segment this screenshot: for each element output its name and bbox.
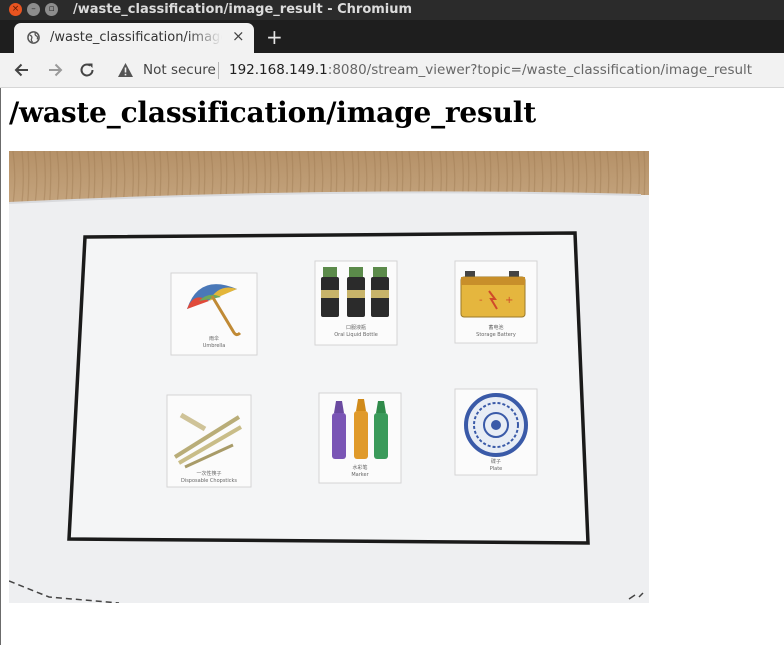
window-close-button[interactable]: ×	[9, 3, 22, 16]
browser-toolbar: Not secure 192.168.149.1:8080/stream_vie…	[0, 53, 784, 88]
card-plate: 碟子 Plate	[454, 388, 538, 476]
svg-text:一次性筷子: 一次性筷子	[196, 470, 221, 477]
warning-icon[interactable]	[117, 62, 134, 78]
omnibox-separator	[218, 62, 219, 79]
window-title: /waste_classification/image_result - Chr…	[73, 2, 413, 17]
card-oral-liquid-bottle: 口服液瓶 Oral Liquid Bottle	[314, 260, 398, 346]
forward-arrow-icon[interactable]	[45, 60, 65, 80]
svg-text:Oral Liquid Bottle: Oral Liquid Bottle	[334, 332, 378, 338]
svg-text:蓄电池: 蓄电池	[488, 324, 503, 331]
svg-text:水彩笔: 水彩笔	[352, 464, 367, 471]
card-marker: 水彩笔 Marker	[318, 392, 402, 484]
tab-active[interactable]: /waste_classification/image_result ×	[14, 23, 254, 53]
svg-text:Marker: Marker	[351, 472, 369, 478]
address-bar[interactable]: 192.168.149.1:8080/stream_viewer?topic=/…	[229, 62, 752, 78]
reload-icon[interactable]	[77, 60, 97, 80]
svg-text:-: -	[479, 295, 483, 306]
globe-icon	[27, 31, 40, 44]
url-path: :8080/stream_viewer?topic=/waste_classif…	[327, 62, 753, 78]
svg-text:雨伞: 雨伞	[209, 335, 219, 342]
card-umbrella: 雨伞 Umbrella	[170, 272, 258, 356]
card-disposable-chopsticks: 一次性筷子 Disposable Chopsticks	[166, 394, 252, 488]
security-status-label[interactable]: Not secure	[143, 62, 216, 78]
svg-text:口服液瓶: 口服液瓶	[346, 324, 366, 331]
back-arrow-icon[interactable]	[12, 60, 32, 80]
svg-text:Plate: Plate	[490, 466, 503, 472]
svg-text:+: +	[505, 295, 513, 306]
svg-text:Storage Battery: Storage Battery	[476, 332, 516, 338]
window-edge	[0, 88, 1, 645]
new-tab-button[interactable]: +	[266, 25, 283, 49]
window-maximize-button[interactable]: ▫	[45, 3, 58, 16]
stream-image: 雨伞 Umbrella 口服液瓶 Oral Liquid Bottle - + …	[9, 151, 649, 603]
svg-text:Disposable Chopsticks: Disposable Chopsticks	[181, 478, 237, 484]
window-minimize-button[interactable]: –	[27, 3, 40, 16]
svg-text:碟子: 碟子	[491, 458, 501, 465]
window-titlebar: × – ▫ /waste_classification/image_result…	[0, 0, 784, 20]
card-storage-battery: - + 蓄电池 Storage Battery	[454, 260, 538, 344]
tab-strip: /waste_classification/image_result × +	[0, 20, 784, 53]
tab-title: /waste_classification/image_result	[50, 30, 222, 45]
tab-close-icon[interactable]: ×	[232, 27, 245, 45]
page-title: /waste_classification/image_result	[9, 96, 536, 129]
url-host: 192.168.149.1	[229, 62, 328, 78]
svg-text:Umbrella: Umbrella	[203, 343, 226, 349]
